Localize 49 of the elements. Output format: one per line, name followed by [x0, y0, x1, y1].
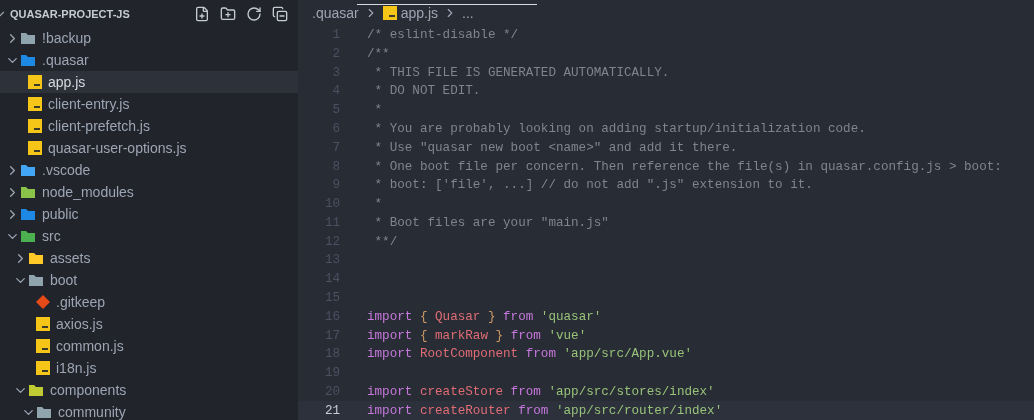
tree-item[interactable]: components — [0, 379, 298, 401]
code-line: * boot: ['file', ...] // do not add ".js" extension to it. — [373, 178, 813, 193]
js-file-icon — [36, 339, 50, 353]
code-line: * DO NOT EDIT. — [373, 84, 481, 99]
tree-item[interactable]: community — [0, 401, 298, 420]
code-line: import { Quasar } from 'quasar' — [367, 309, 602, 324]
tree-item[interactable]: client-entry.js — [0, 93, 298, 115]
breadcrumb-item[interactable]: .quasar — [312, 4, 359, 21]
tree-item[interactable]: .quasar — [0, 49, 298, 71]
code-line: * — [373, 103, 383, 118]
code-line: import RootComponent from 'app/src/App.vue' — [367, 347, 692, 362]
js-file-icon — [36, 317, 50, 331]
js-file-icon — [28, 75, 42, 89]
tree-item[interactable]: common.js — [0, 335, 298, 357]
js-file-icon — [28, 97, 42, 111]
js-file-icon — [36, 361, 50, 375]
code-line: **/ — [373, 234, 398, 249]
tree-item[interactable]: .gitkeep — [0, 291, 298, 313]
tree-item[interactable]: assets — [0, 247, 298, 269]
tree-item[interactable]: quasar-user-options.js — [0, 137, 298, 159]
code-line: * — [373, 197, 383, 212]
breadcrumb-item[interactable]: app.js — [400, 4, 439, 21]
tree-item[interactable]: axios.js — [0, 313, 298, 335]
tree-item[interactable]: app.js — [0, 71, 298, 93]
code-line: * Use "quasar new boot <name>" and add it there. — [373, 140, 738, 155]
tree-item[interactable]: !backup — [0, 27, 298, 49]
code-line: /* eslint-disable */ — [367, 28, 519, 43]
code-line: * You are probably looking on adding startup/initialization code. — [373, 122, 866, 136]
breadcrumb-item[interactable]: ... — [462, 4, 474, 21]
js-file-icon — [382, 5, 397, 20]
tree-item[interactable]: node_modules — [0, 181, 298, 203]
tree-item[interactable]: client-prefetch.js — [0, 115, 298, 137]
code-line: /** — [367, 46, 390, 61]
explorer-title: QUASAR-PROJECT-JS — [10, 7, 131, 20]
code-line: * Boot files are your "main.js" — [373, 215, 609, 230]
line-number: 21 — [323, 403, 340, 418]
tree-item[interactable]: i18n.js — [0, 357, 298, 379]
git-icon — [36, 295, 50, 309]
code-line: * THIS FILE IS GENERATED AUTOMATICALLY. — [373, 65, 670, 80]
code-line: import createStore from 'app/src/stores/index' — [367, 384, 715, 399]
js-file-icon — [28, 119, 42, 133]
tree-item[interactable]: .vscode — [0, 159, 298, 181]
tree-item[interactable]: public — [0, 203, 298, 225]
tree-item[interactable]: boot — [0, 269, 298, 291]
code-line: import createRouter from 'app/src/router/index' — [367, 403, 723, 418]
code-line: import { markRaw } from 'vue' — [367, 328, 587, 343]
tree-item[interactable]: src — [0, 225, 298, 247]
js-file-icon — [28, 141, 42, 155]
code-line: * One boot file per concern. Then reference the file(s) in quasar.config.js > boot: — [373, 159, 1002, 174]
